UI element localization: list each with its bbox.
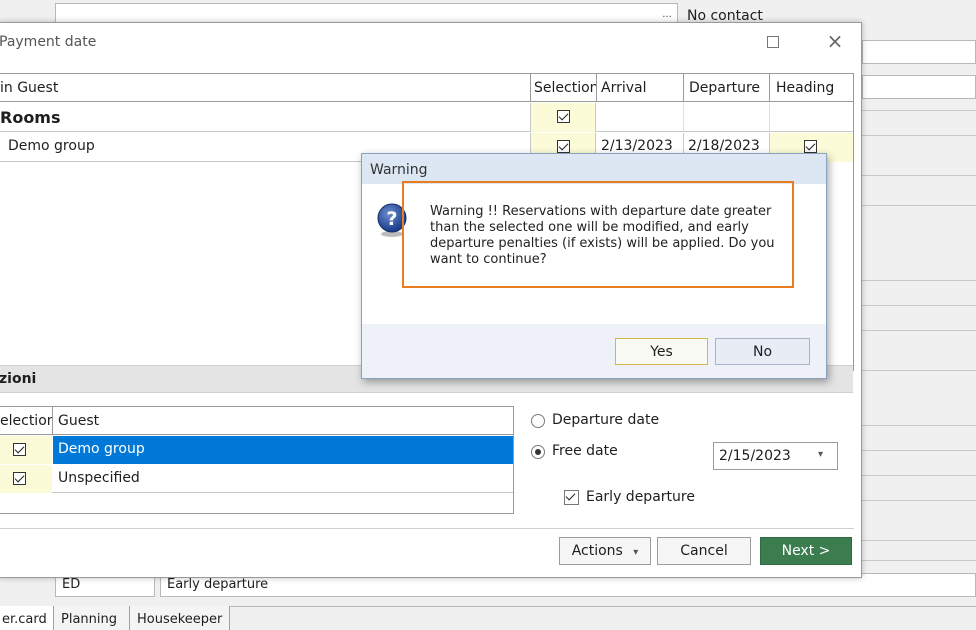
selection-cell[interactable]	[0, 465, 52, 493]
row-arrival: 2/13/2023	[601, 138, 673, 154]
group-selection-cell[interactable]	[530, 103, 596, 132]
radio-departure-date-label[interactable]: Departure date	[552, 412, 659, 428]
column-header-guest[interactable]: in Guest	[0, 80, 520, 96]
date-value: 2/15/2023	[719, 448, 791, 464]
chevron-down-icon: ▾	[633, 547, 639, 558]
guest-grid-header: election Guest	[0, 407, 513, 435]
background-divider	[862, 205, 976, 206]
column-header-departure[interactable]: Departure	[689, 80, 769, 96]
guest-selection-grid: election Guest Demo group Unspecified	[0, 406, 514, 514]
background-field[interactable]	[862, 40, 976, 64]
close-icon[interactable]: ×	[823, 27, 847, 55]
row-departure: 2/18/2023	[688, 138, 760, 154]
warning-message: Warning !! Reservations with departure d…	[430, 204, 775, 267]
free-date-picker[interactable]: 2/15/2023 ▾	[713, 442, 838, 470]
guest-selection-checkbox[interactable]	[13, 472, 26, 485]
warning-dialog: Warning ? Warning !! Reservations with d…	[361, 153, 827, 379]
next-button[interactable]: Next >	[760, 537, 852, 565]
tab-planning[interactable]: Planning	[54, 606, 130, 630]
warning-title-bar: Warning	[362, 154, 826, 184]
row-heading-checkbox[interactable]	[804, 140, 817, 153]
lookup-dots-button[interactable]: ...	[657, 8, 677, 22]
list-item[interactable]: Demo group	[0, 436, 513, 464]
column-header-guest[interactable]: Guest	[58, 413, 99, 429]
list-item[interactable]: Unspecified	[0, 465, 513, 493]
options-section-title: zioni	[0, 371, 37, 387]
column-header-arrival[interactable]: Arrival	[601, 80, 681, 96]
actions-button-label: Actions	[571, 543, 623, 559]
tab-housekeeper[interactable]: Housekeeper	[130, 606, 230, 630]
guest-selection-checkbox[interactable]	[13, 443, 26, 456]
maximize-icon[interactable]	[767, 36, 779, 48]
group-row-label: Rooms	[0, 108, 61, 127]
background-divider	[862, 560, 976, 561]
column-header-heading[interactable]: Heading	[776, 80, 856, 96]
warning-title: Warning	[370, 162, 428, 178]
grid-header: in Guest Selection Arrival Departure Hea…	[0, 74, 853, 102]
background-divider	[862, 175, 976, 176]
radio-free-date-label[interactable]: Free date	[552, 443, 618, 459]
background-divider	[862, 425, 976, 426]
group-selection-checkbox[interactable]	[557, 110, 570, 123]
background-divider	[862, 110, 976, 111]
column-header-selection[interactable]: Selection	[534, 80, 596, 96]
actions-button[interactable]: Actions ▾	[559, 537, 651, 565]
background-divider	[862, 475, 976, 476]
early-departure-label[interactable]: Early departure	[586, 489, 695, 505]
yes-button[interactable]: Yes	[615, 338, 708, 365]
radio-free-date[interactable]	[531, 445, 545, 459]
row-selection-checkbox[interactable]	[557, 140, 570, 153]
background-divider	[862, 500, 976, 501]
background-divider	[862, 305, 976, 306]
background-divider	[862, 540, 976, 541]
background-divider	[862, 370, 976, 371]
tab-card[interactable]: er.card	[0, 606, 54, 630]
dialog-footer-divider	[0, 528, 854, 529]
background-divider	[862, 280, 976, 281]
background-divider	[862, 330, 976, 331]
radio-departure-date[interactable]	[531, 414, 545, 428]
svg-text:?: ?	[386, 208, 397, 230]
dialog-title: Payment date	[0, 34, 97, 50]
guest-cell: Unspecified	[58, 470, 140, 486]
background-field[interactable]	[862, 75, 976, 99]
check-icon	[565, 491, 578, 504]
column-header-selection[interactable]: election	[0, 413, 52, 429]
cancel-button[interactable]: Cancel	[657, 537, 751, 565]
row-guest: Demo group	[8, 138, 95, 154]
background-divider	[862, 450, 976, 451]
guest-cell-selected[interactable]: Demo group	[53, 436, 513, 464]
background-divider	[862, 135, 976, 136]
early-departure-checkbox[interactable]	[564, 490, 579, 505]
group-row[interactable]: Rooms	[0, 103, 853, 132]
chevron-down-icon[interactable]: ▾	[818, 449, 823, 460]
selection-cell[interactable]	[0, 436, 52, 464]
no-button[interactable]: No	[715, 338, 810, 365]
